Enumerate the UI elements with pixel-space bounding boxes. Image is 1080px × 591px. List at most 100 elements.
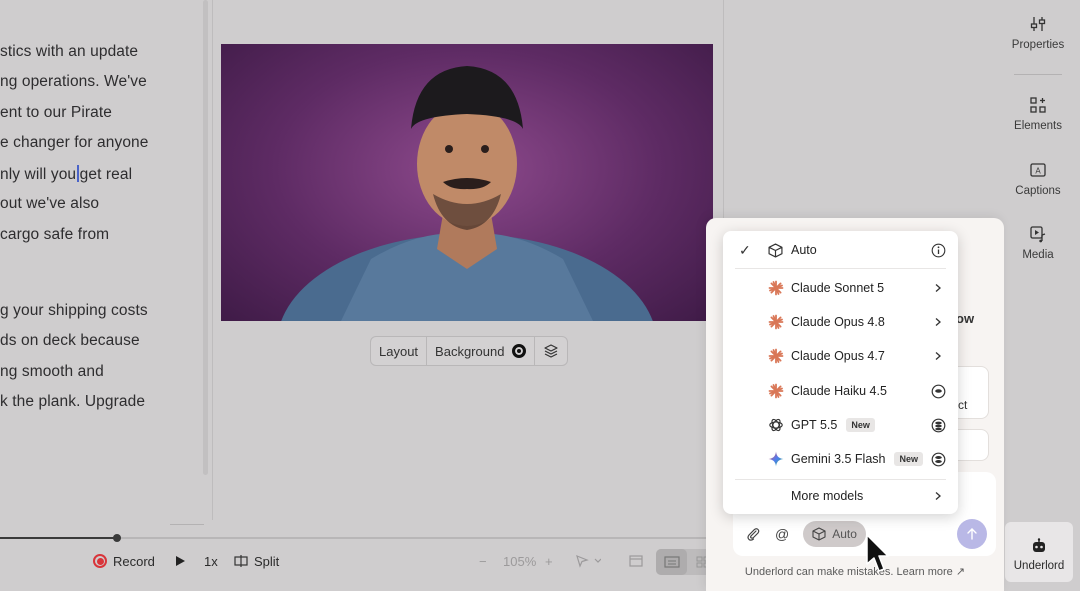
layout-button[interactable]: Layout — [371, 337, 428, 365]
captions-icon: A — [1030, 163, 1046, 177]
rail-captions[interactable]: A Captions — [996, 161, 1080, 197]
checkmark-icon: ✓ — [739, 241, 751, 258]
split-button[interactable]: Split — [234, 554, 279, 569]
svg-text:A: A — [1035, 167, 1041, 176]
script-view-button[interactable] — [656, 549, 687, 575]
model-dropdown: ✓ Auto Claude Sonnet 5 Claude Opus 4.8 C… — [723, 231, 958, 514]
zoom-label: 105% — [503, 553, 537, 569]
script-line[interactable]: k the plank. Upgrade — [0, 393, 145, 411]
model-option-claude-opus-48[interactable]: Claude Opus 4.8 — [723, 307, 958, 337]
model-option-label: GPT 5.5 — [791, 418, 838, 432]
speed-button[interactable]: 1x — [204, 554, 218, 569]
rail-elements-label: Elements — [1014, 120, 1062, 132]
info-icon[interactable] — [930, 242, 946, 258]
script-line[interactable]: cargo safe from — [0, 226, 109, 244]
editor-scrollbar[interactable] — [203, 0, 208, 475]
cube-icon — [812, 527, 826, 541]
rail-properties[interactable]: Properties — [996, 15, 1080, 51]
script-line[interactable]: stics with an update — [0, 43, 138, 61]
background-button[interactable]: Background — [427, 337, 536, 365]
arrow-up-icon — [967, 528, 977, 540]
list-view-icon — [663, 556, 680, 568]
media-icon — [1030, 226, 1046, 243]
play-button[interactable] — [174, 555, 186, 567]
suggestion-text: ct — [958, 398, 968, 412]
rail-media[interactable]: Media — [996, 225, 1080, 261]
elements-icon — [1030, 97, 1046, 113]
script-line[interactable]: ng smooth and — [0, 363, 104, 381]
model-option-label: Gemini 3.5 Flash — [791, 452, 886, 466]
play-icon — [176, 556, 185, 566]
tool-rail: Properties Elements A Captions Media — [996, 0, 1080, 591]
pointer-tool-button[interactable] — [575, 554, 601, 568]
robot-icon — [1033, 538, 1045, 552]
claude-icon — [767, 280, 784, 297]
layers-button[interactable] — [535, 337, 567, 365]
chat-heading-fragment: ow — [956, 311, 975, 326]
zoom-in-button[interactable]: + — [545, 554, 553, 569]
zoom-out-button[interactable]: − — [479, 554, 487, 569]
canvas-toolbar: Layout Background — [370, 336, 569, 366]
rail-elements[interactable]: Elements — [996, 96, 1080, 132]
gemini-icon — [767, 451, 784, 468]
model-option-auto[interactable]: ✓ Auto — [723, 235, 958, 265]
background-label: Background — [435, 343, 505, 359]
model-option-label: Claude Opus 4.7 — [791, 349, 885, 363]
cube-icon — [767, 242, 784, 259]
frame-view-button[interactable] — [629, 555, 643, 567]
model-option-label: More models — [791, 489, 864, 503]
split-label: Split — [254, 553, 280, 569]
speed-label: 1x — [204, 553, 218, 569]
model-option-claude-opus-47[interactable]: Claude Opus 4.7 — [723, 341, 958, 371]
disclaimer-text: Underlord can make mistakes. Learn more … — [744, 566, 966, 578]
claude-icon — [767, 383, 784, 400]
model-option-gemini[interactable]: Gemini 3.5 Flash New — [723, 444, 958, 474]
chat-disclaimer[interactable]: Underlord can make mistakes. Learn more … — [706, 565, 1004, 578]
plus-icon: + — [545, 553, 553, 569]
model-option-more[interactable]: More models — [723, 481, 958, 511]
suggestion-card[interactable] — [956, 429, 989, 461]
menu-divider — [735, 268, 946, 269]
claude-icon — [767, 348, 784, 365]
layout-label: Layout — [379, 343, 419, 359]
script-line[interactable]: ds on deck because — [0, 332, 140, 350]
timeline-playhead[interactable] — [113, 534, 121, 542]
script-editor[interactable]: stics with an update ng operations. We'v… — [0, 0, 210, 520]
new-badge: New — [846, 418, 875, 432]
background-color-swatch — [512, 344, 527, 358]
model-option-claude-sonnet[interactable]: Claude Sonnet 5 — [723, 273, 958, 303]
model-option-label: Claude Haiku 4.5 — [791, 384, 887, 398]
presenter-image — [281, 66, 653, 321]
script-line[interactable]: e changer for anyone — [0, 134, 149, 152]
rail-divider — [1014, 74, 1062, 75]
attach-icon[interactable] — [745, 526, 761, 542]
suggestion-card[interactable]: ct — [956, 366, 989, 419]
model-selector-chip[interactable]: Auto — [803, 521, 866, 547]
claude-icon — [767, 314, 784, 331]
text-caret — [77, 165, 79, 182]
rail-properties-label: Properties — [1011, 39, 1065, 51]
chevron-right-icon — [930, 348, 946, 364]
chevron-right-icon — [930, 488, 946, 504]
script-line[interactable]: g your shipping costs — [0, 302, 148, 320]
video-preview[interactable] — [221, 44, 713, 321]
script-line[interactable]: ng operations. We've — [0, 73, 147, 91]
divider — [170, 524, 204, 525]
script-line-with-caret[interactable]: nly will you get real — [0, 165, 132, 184]
script-line[interactable]: out we've also — [0, 195, 99, 213]
mention-icon[interactable]: @ — [775, 526, 789, 542]
record-button[interactable]: Record — [93, 554, 155, 569]
rail-underlord[interactable]: Underlord — [1005, 522, 1073, 582]
pointer-icon — [576, 554, 601, 568]
composer-toolbar: @ Auto — [745, 520, 866, 548]
chevron-right-icon — [930, 280, 946, 296]
model-option-claude-haiku[interactable]: Claude Haiku 4.5 — [723, 376, 958, 406]
send-button[interactable] — [957, 519, 987, 549]
script-text: get real — [79, 166, 133, 183]
model-selector-label: Auto — [832, 527, 857, 541]
script-line[interactable]: ent to our Pirate — [0, 104, 112, 122]
minus-icon: − — [479, 553, 487, 569]
rail-underlord-label: Underlord — [1013, 560, 1065, 572]
model-option-gpt[interactable]: GPT 5.5 New — [723, 410, 958, 440]
chevron-right-icon — [930, 314, 946, 330]
